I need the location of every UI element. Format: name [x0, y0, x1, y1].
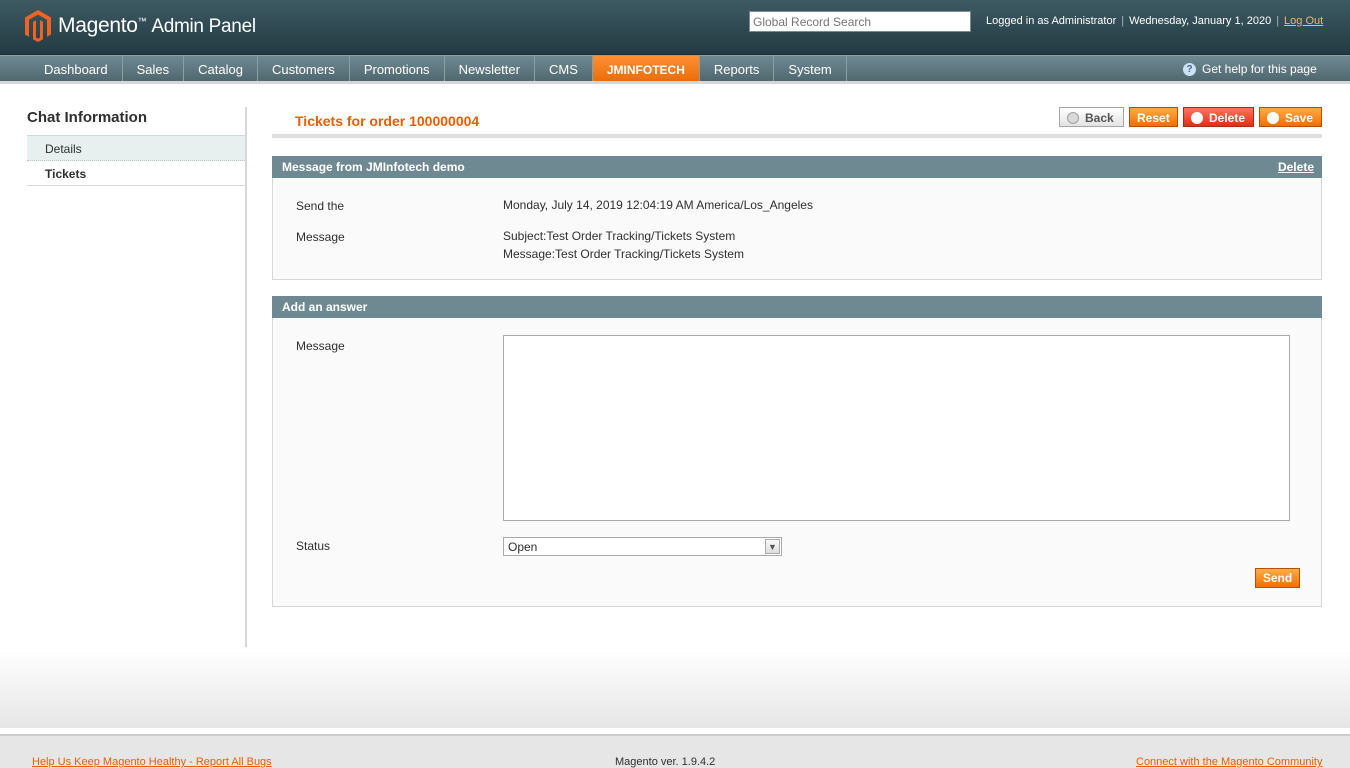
- answer-box-title: Add an answer: [282, 300, 368, 314]
- nav-item-cms[interactable]: CMS: [535, 56, 593, 81]
- content-header: Tickets for order 100000004 Back Reset D…: [272, 107, 1322, 138]
- nav-item-customers[interactable]: Customers: [258, 56, 350, 81]
- community-link[interactable]: Connect with the Magento Community: [1136, 756, 1322, 768]
- answer-message-label: Message: [296, 339, 345, 353]
- brand-name: Magento™ Admin Panel: [58, 14, 256, 37]
- footer: Help Us Keep Magento Healthy - Report Al…: [0, 734, 1350, 768]
- message-body-line: Message:Test Order Tracking/Tickets Syst…: [503, 247, 744, 261]
- main-nav: Dashboard Sales Catalog Customers Promot…: [0, 55, 1350, 84]
- nav-item-promotions[interactable]: Promotions: [350, 56, 445, 81]
- message-label: Message: [296, 230, 345, 244]
- status-selected-value: Open: [508, 540, 538, 554]
- back-arrow-icon: [1067, 112, 1079, 124]
- save-button-label: Save: [1285, 111, 1314, 125]
- delete-button-label: Delete: [1209, 111, 1246, 125]
- nav-item-reports[interactable]: Reports: [700, 56, 775, 81]
- current-date: Wednesday, January 1, 2020: [1129, 15, 1272, 27]
- reset-button-label: Reset: [1137, 111, 1170, 125]
- message-delete-link[interactable]: Delete: [1278, 160, 1314, 174]
- message-subject-line: Subject:Test Order Tracking/Tickets Syst…: [503, 229, 736, 243]
- magento-logo-icon: [25, 10, 51, 42]
- answer-box-header: Add an answer: [272, 296, 1322, 318]
- save-button[interactable]: Save: [1259, 107, 1322, 127]
- sidebar-item-details[interactable]: Details: [27, 136, 245, 161]
- page-title: Tickets for order 100000004: [295, 113, 480, 129]
- nav-item-jminfotech[interactable]: JMINFOTECH: [592, 56, 700, 81]
- back-button-label: Back: [1085, 111, 1114, 125]
- sidebar-item-tickets[interactable]: Tickets: [27, 161, 245, 186]
- delete-button[interactable]: Delete: [1183, 107, 1254, 127]
- nav-item-dashboard[interactable]: Dashboard: [30, 56, 123, 81]
- nav-item-catalog[interactable]: Catalog: [184, 56, 258, 81]
- nav-item-newsletter[interactable]: Newsletter: [445, 56, 535, 81]
- send-the-label: Send the: [296, 199, 345, 213]
- admin-header: Magento™Admin Panel Logged in as Adminis…: [0, 0, 1350, 55]
- help-icon: ?: [1183, 62, 1196, 76]
- logged-in-text: Logged in as Administrator: [986, 15, 1117, 27]
- delete-icon: [1191, 112, 1203, 124]
- nav-item-system[interactable]: System: [774, 56, 847, 81]
- nav-menu: Dashboard Sales Catalog Customers Promot…: [30, 56, 847, 81]
- magento-logo[interactable]: Magento™ Admin Panel: [25, 10, 256, 42]
- chevron-down-icon: ▼: [765, 539, 780, 554]
- header-user-info: Logged in as Administrator | Wednesday, Ja…: [986, 15, 1324, 27]
- reset-button[interactable]: Reset: [1129, 107, 1178, 127]
- message-box: Send the Monday, July 14, 2019 12:04:19 …: [272, 178, 1322, 280]
- logout-link[interactable]: Log Out: [1284, 15, 1323, 27]
- sidebar-title: Chat Information: [27, 107, 245, 136]
- answer-box: Message Status Open ▼ Send: [272, 318, 1322, 607]
- checkmark-icon: [1267, 112, 1279, 124]
- message-box-title: Message from JMInfotech demo: [282, 160, 465, 174]
- message-value: Subject:Test Order Tracking/Tickets Syst…: [503, 227, 744, 263]
- help-link[interactable]: ? Get help for this page: [1183, 62, 1317, 76]
- back-button[interactable]: Back: [1059, 107, 1124, 127]
- send-the-value: Monday, July 14, 2019 12:04:19 AM Americ…: [503, 198, 813, 212]
- sidebar: Chat Information Details Tickets: [27, 107, 247, 647]
- message-box-header: Message from JMInfotech demo Delete: [272, 156, 1322, 178]
- send-button[interactable]: Send: [1255, 568, 1300, 588]
- status-select[interactable]: Open ▼: [503, 537, 782, 556]
- status-label: Status: [296, 539, 331, 553]
- global-record-search-input[interactable]: [749, 11, 971, 32]
- magento-version: Magento ver. 1.9.4.2: [615, 756, 716, 768]
- footer-band: [0, 648, 1350, 728]
- answer-message-textarea[interactable]: [503, 335, 1290, 521]
- nav-item-sales[interactable]: Sales: [123, 56, 185, 81]
- help-link-label: Get help for this page: [1202, 62, 1317, 76]
- report-bugs-link[interactable]: Help Us Keep Magento Healthy - Report Al…: [32, 756, 272, 768]
